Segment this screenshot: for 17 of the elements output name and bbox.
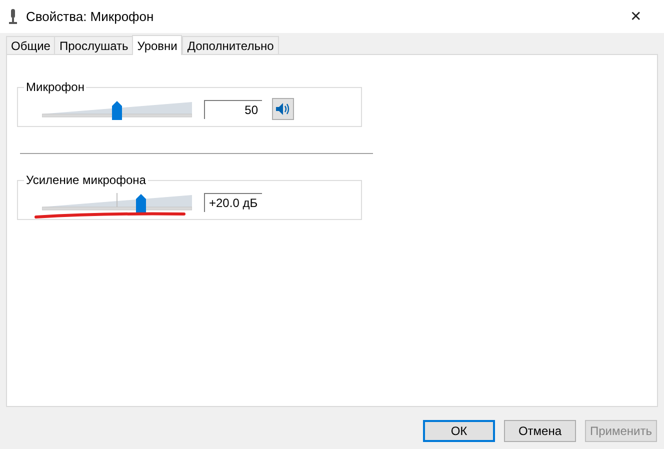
speaker-icon: [276, 103, 290, 115]
tab[interactable]: Уровни: [132, 35, 182, 55]
group-label: Микрофон: [24, 79, 86, 95]
slider-thumb[interactable]: [136, 194, 146, 213]
dialog-button[interactable]: ОК: [423, 420, 495, 442]
tab[interactable]: Прослушать: [54, 36, 134, 54]
speaker-button[interactable]: [272, 98, 294, 120]
tab[interactable]: Общие: [6, 36, 56, 54]
group-label: Усиление микрофона: [24, 172, 148, 188]
window-title: Свойства: Микрофон: [26, 8, 154, 26]
slider-thumb[interactable]: [112, 101, 122, 120]
tab[interactable]: Дополнительно: [182, 36, 279, 54]
dialog-button[interactable]: Отмена: [504, 420, 576, 442]
level-field[interactable]: +20.0 дБ: [204, 192, 262, 212]
level-field[interactable]: 50: [204, 100, 262, 118]
close-button[interactable]: ✕: [616, 2, 656, 32]
microphone-icon: [8, 8, 18, 24]
